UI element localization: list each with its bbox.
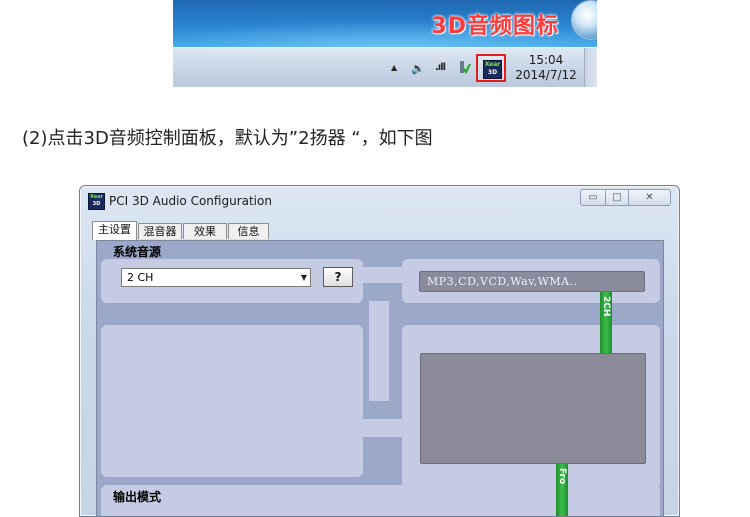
annotation-3d-audio-icon: 3D音频图标 — [431, 14, 559, 39]
supported-formats-display: MP3,CD,VCD,Wav,WMA.. — [419, 271, 645, 292]
channel-select-value: 2 CH — [127, 271, 154, 284]
title-bar[interactable]: Xear 3D PCI 3D Audio Configuration ▭ □ ✕ — [80, 186, 679, 218]
security-shield-icon[interactable] — [457, 60, 471, 75]
left-middle-panel — [101, 325, 363, 477]
channel-indicator-2ch-label: 2CH — [601, 296, 611, 317]
show-desktop-button[interactable] — [584, 48, 597, 87]
chevron-down-icon: ▼ — [300, 273, 307, 282]
volume-icon[interactable]: 🔈 — [411, 62, 425, 75]
channel-indicator-2ch: 2CH — [600, 292, 612, 353]
close-button[interactable]: ✕ — [628, 189, 671, 206]
close-icon: ✕ — [645, 192, 654, 203]
instruction-text: (2)点击3D音频控制面板，默认为”2扬器 “，如下图 — [22, 128, 433, 149]
taskbar-clock[interactable]: 15:04 2014/7/12 — [513, 53, 579, 83]
clock-date: 2014/7/12 — [515, 68, 577, 82]
front-speaker-indicator-label: Fro — [557, 468, 567, 485]
tab-effects[interactable]: 效果 — [183, 223, 227, 239]
maximize-icon: □ — [612, 192, 622, 203]
xear-3d-icon: Xear 3D — [483, 60, 502, 79]
system-tray: ▲ 🔈 .ıll Xear 3D 15:04 2014/7/12 — [173, 47, 597, 87]
desktop-background: 3D音频图标 — [173, 0, 597, 80]
front-speaker-indicator: Fro — [556, 464, 568, 516]
taskbar-screenshot: 3D音频图标 ▲ 🔈 .ıll Xear 3D 15:04 2014/7/12 — [173, 0, 597, 87]
show-hidden-icons-icon[interactable]: ▲ — [391, 63, 397, 72]
minimize-button[interactable]: ▭ — [580, 189, 606, 206]
help-button[interactable]: ? — [323, 267, 353, 287]
output-mode-label: 输出模式 — [113, 490, 162, 504]
app-icon: Xear 3D — [88, 193, 105, 210]
tab-mixer[interactable]: 混音器 — [138, 223, 182, 239]
network-signal-icon[interactable]: .ıll — [435, 62, 446, 73]
minimize-icon: ▭ — [588, 192, 598, 203]
output-mode-panel — [101, 485, 660, 516]
audio-config-window: Xear 3D PCI 3D Audio Configuration ▭ □ ✕… — [79, 185, 680, 517]
maximize-button[interactable]: □ — [605, 189, 629, 206]
clock-time: 15:04 — [528, 53, 564, 67]
main-settings-panel: 系统音源 2 CH ▼ ? MP3,CD,VCD,Wav,WMA.. 2CH F… — [96, 240, 664, 516]
connector-middle — [359, 419, 407, 437]
speaker-display — [420, 353, 646, 464]
connector-vertical — [369, 301, 389, 401]
tab-main-settings[interactable]: 主设置 — [92, 221, 137, 240]
system-source-label: 系统音源 — [113, 245, 162, 259]
tab-info[interactable]: 信息 — [228, 223, 269, 239]
window-title: PCI 3D Audio Configuration — [109, 194, 272, 208]
connector-top — [359, 267, 407, 283]
channel-select[interactable]: 2 CH ▼ — [121, 268, 311, 287]
audio-3d-tray-button[interactable]: Xear 3D — [476, 54, 506, 82]
